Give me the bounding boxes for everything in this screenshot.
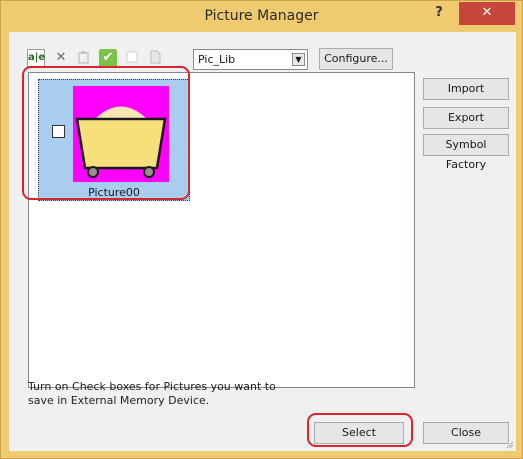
library-dropdown-value: Pic_Lib <box>198 53 236 66</box>
close-button[interactable]: Close <box>423 422 509 444</box>
configure-button[interactable]: Configure... <box>319 48 393 70</box>
check-icon[interactable]: ✔ <box>99 49 117 67</box>
help-button[interactable]: ? <box>426 3 452 25</box>
library-dropdown[interactable]: Pic_Lib ▼ <box>193 49 308 70</box>
picture-highlight <box>22 66 190 200</box>
picture-manager-window: Picture Manager ? ✕ a|e ✕ ✔ Pic_Lib ▼ Co… <box>0 0 523 459</box>
delete-icon[interactable]: ✕ <box>52 49 70 67</box>
resize-grip-icon[interactable] <box>504 439 514 449</box>
chevron-down-icon[interactable]: ▼ <box>292 53 305 66</box>
import-button[interactable]: Import <box>423 78 509 100</box>
symbol-factory-button[interactable]: Symbol Factory <box>423 134 509 171</box>
title-bar: Picture Manager ? ✕ <box>1 1 522 32</box>
export-button[interactable]: Export <box>423 107 509 129</box>
paste-icon <box>75 49 93 67</box>
doc-icon <box>146 49 164 67</box>
select-highlight <box>307 413 413 447</box>
window-close-button[interactable]: ✕ <box>459 2 515 25</box>
rename-icon[interactable]: a|e <box>27 49 45 67</box>
hint-text: Turn on Check boxes for Pictures you wan… <box>28 380 276 407</box>
blank-icon <box>123 49 141 67</box>
